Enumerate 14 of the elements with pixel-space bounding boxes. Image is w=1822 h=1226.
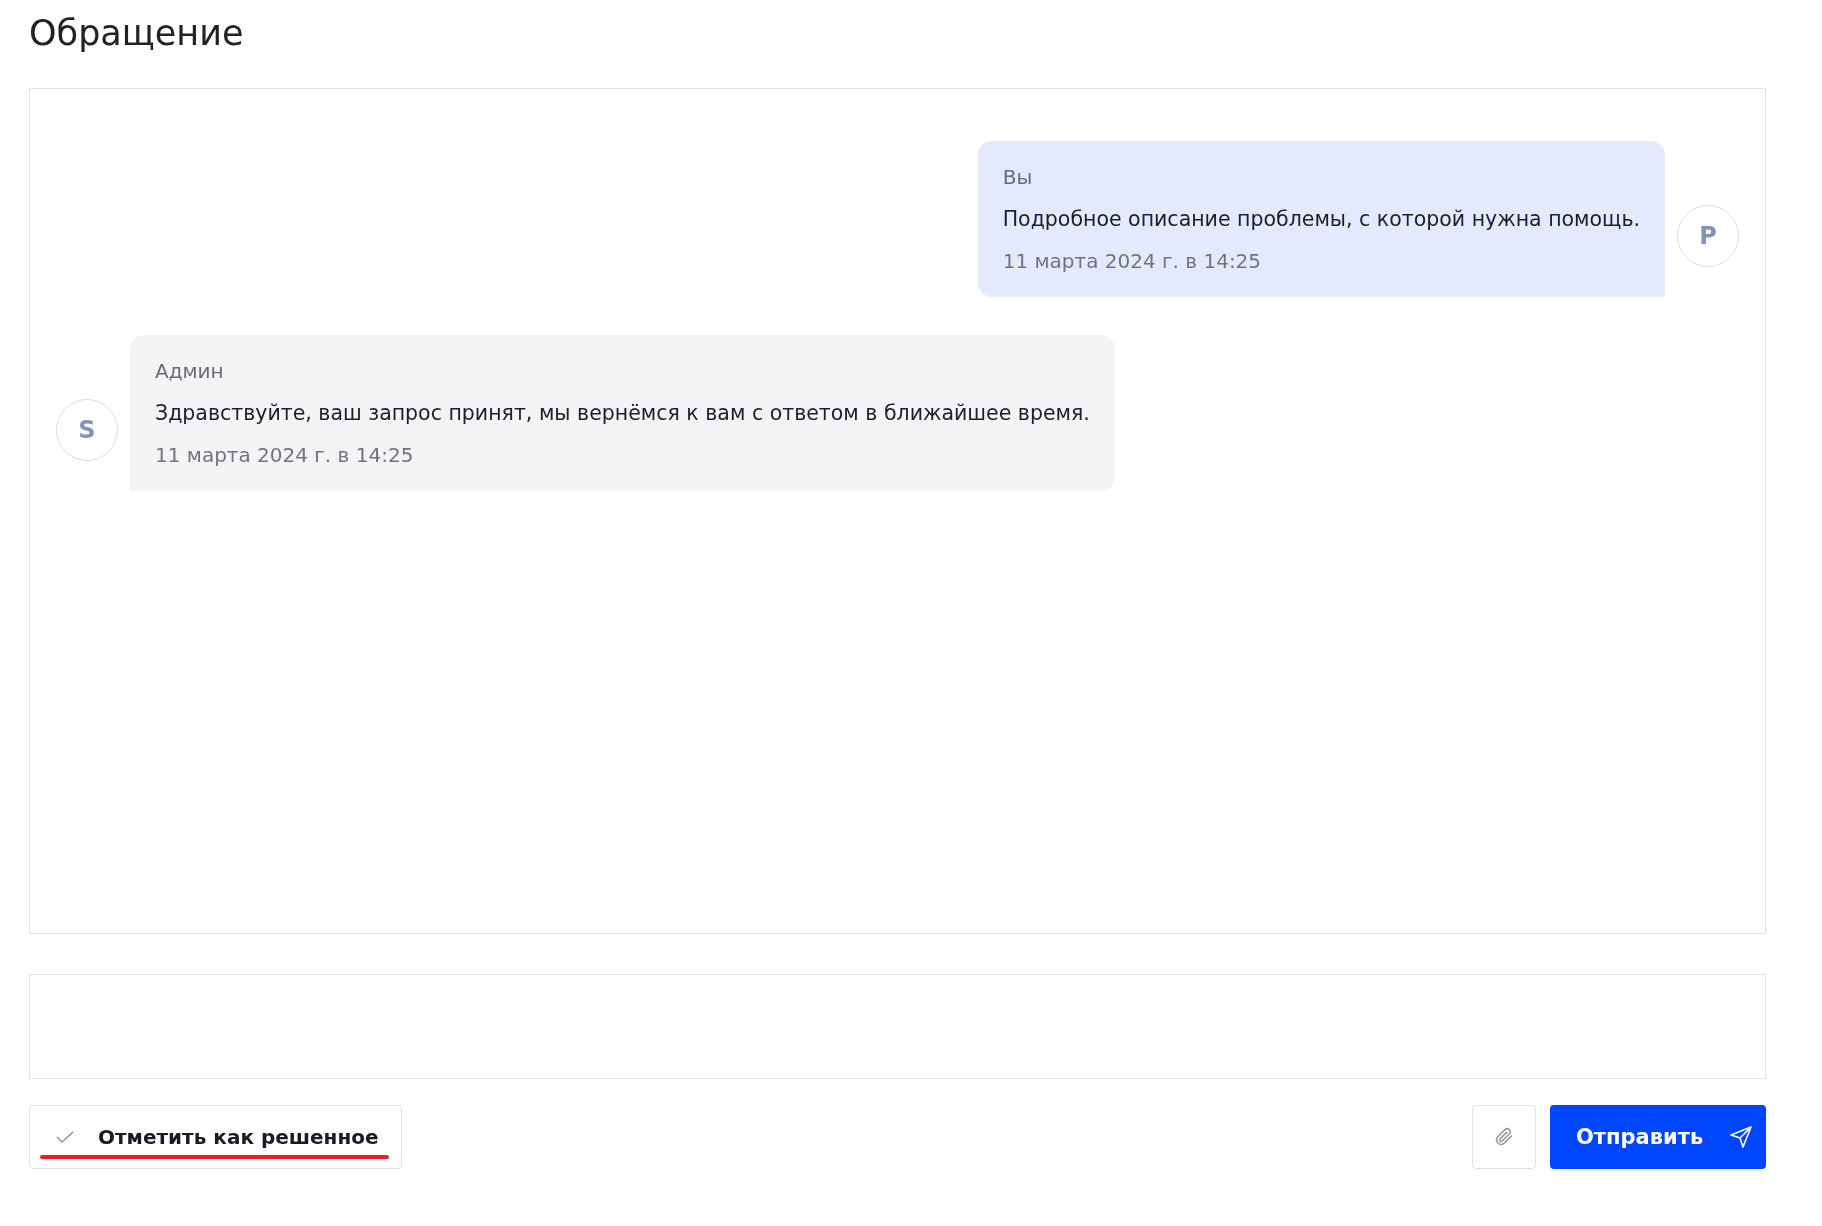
page-title: Обращение	[29, 12, 245, 55]
send-button[interactable]: Отправить	[1550, 1105, 1766, 1169]
resolve-button[interactable]: Отметить как решенное	[29, 1105, 402, 1169]
checkmark-icon	[56, 1131, 74, 1143]
send-icon	[1729, 1125, 1754, 1149]
message-text: Здравствуйте, ваш запрос принят, мы вернёмся к вам с ответом в ближайшее время.	[155, 401, 1090, 425]
reply-field[interactable]	[29, 974, 1766, 1079]
paperclip-icon	[1493, 1126, 1515, 1148]
message-author: Вы	[1002, 165, 1034, 189]
message-time: 11 марта 2024 г. в 14:25	[155, 443, 415, 467]
attach-button[interactable]	[1472, 1105, 1536, 1169]
message-text: Подробное описание проблемы, с которой нужна помощь.	[1002, 207, 1640, 231]
message-author: Админ	[155, 359, 225, 383]
message-time: 11 марта 2024 г. в 14:25	[1002, 249, 1263, 273]
